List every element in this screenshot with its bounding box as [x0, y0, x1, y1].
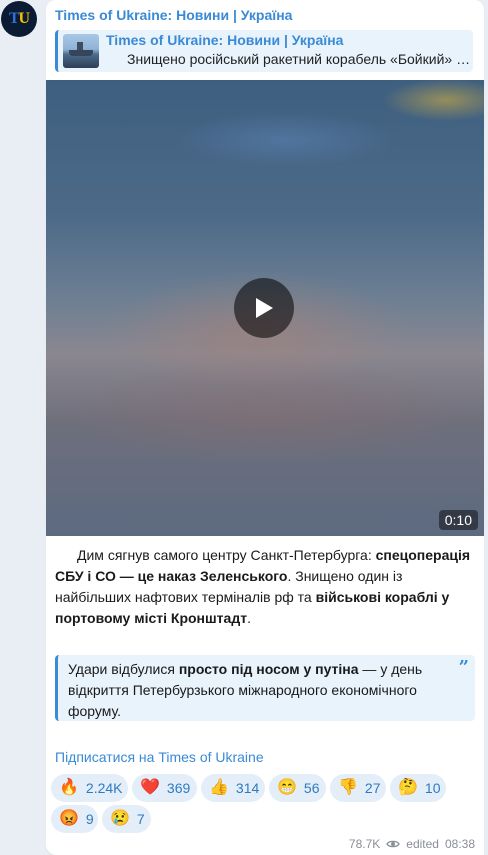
heart-icon: ❤️ — [140, 779, 160, 796]
reaction-crying[interactable]: 😢 7 — [102, 805, 151, 833]
forwarded-preview[interactable]: Times of Ukraine: Новини | Україна Знище… — [55, 30, 473, 72]
eye-icon — [386, 839, 401, 849]
forwarded-thumbnail — [63, 34, 99, 68]
quote-bold: просто під носом у путіна — [178, 661, 359, 677]
reaction-count: 7 — [136, 811, 145, 827]
reaction-count: 369 — [166, 780, 191, 796]
reaction-thumbs-down[interactable]: 👎 27 — [330, 774, 386, 802]
channel-avatar[interactable]: TU — [1, 1, 37, 37]
reaction-count: 10 — [424, 780, 441, 796]
quote-icon: ” — [458, 657, 469, 678]
reaction-angry[interactable]: 😡 9 — [51, 805, 98, 833]
play-icon — [256, 298, 273, 318]
video-player[interactable]: 0:10 — [46, 80, 484, 536]
message-text: Дим сягнув самого центру Санкт-Петербург… — [55, 545, 477, 629]
reaction-thinking[interactable]: 🤔 10 — [390, 774, 446, 802]
reaction-fire[interactable]: 🔥 2.24K — [51, 774, 128, 802]
fire-icon: 🔥 — [59, 779, 79, 796]
message-part-3: . — [247, 610, 251, 626]
grin-icon: 😁 — [277, 779, 297, 796]
quote-part-1: Удари відбулися — [68, 661, 179, 677]
subscribe-link[interactable]: Підписатися на Times of Ukraine — [55, 749, 264, 765]
reaction-heart[interactable]: ❤️ 369 — [132, 774, 197, 802]
video-duration: 0:10 — [438, 510, 478, 530]
channel-name[interactable]: Times of Ukraine: Новини | Україна — [55, 7, 292, 23]
message-time: 08:38 — [444, 837, 475, 851]
thumbs-up-icon: 👍 — [209, 779, 229, 796]
edited-label: edited — [406, 837, 439, 851]
reaction-count: 56 — [303, 780, 320, 796]
message-meta: 78.7K edited 08:38 — [349, 837, 475, 851]
reaction-count: 27 — [364, 780, 381, 796]
forwarded-text: Знищено російський ракетний корабель «Бо… — [127, 51, 473, 67]
forwarded-title: Times of Ukraine: Новини | Україна — [106, 32, 344, 48]
crying-icon: 😢 — [110, 810, 130, 827]
thumbs-down-icon: 👎 — [338, 779, 358, 796]
reaction-grin[interactable]: 😁 56 — [269, 774, 326, 802]
angry-icon: 😡 — [59, 810, 79, 827]
avatar-letter-t: T — [8, 10, 20, 27]
message-bubble: Times of Ukraine: Новини | Україна Times… — [46, 0, 484, 855]
reaction-thumbs-up[interactable]: 👍 314 — [201, 774, 265, 802]
reaction-count: 2.24K — [85, 780, 123, 796]
thinking-icon: 🤔 — [398, 779, 418, 796]
message-part-1: Дим сягнув самого центру Санкт-Петербург… — [77, 547, 376, 563]
reaction-count: 9 — [85, 811, 94, 827]
avatar-letter-u: U — [18, 10, 31, 27]
blockquote: Удари відбулися просто під носом у путін… — [55, 655, 475, 721]
play-button[interactable] — [234, 278, 294, 338]
view-count: 78.7K — [348, 837, 381, 851]
reaction-count: 314 — [235, 780, 260, 796]
